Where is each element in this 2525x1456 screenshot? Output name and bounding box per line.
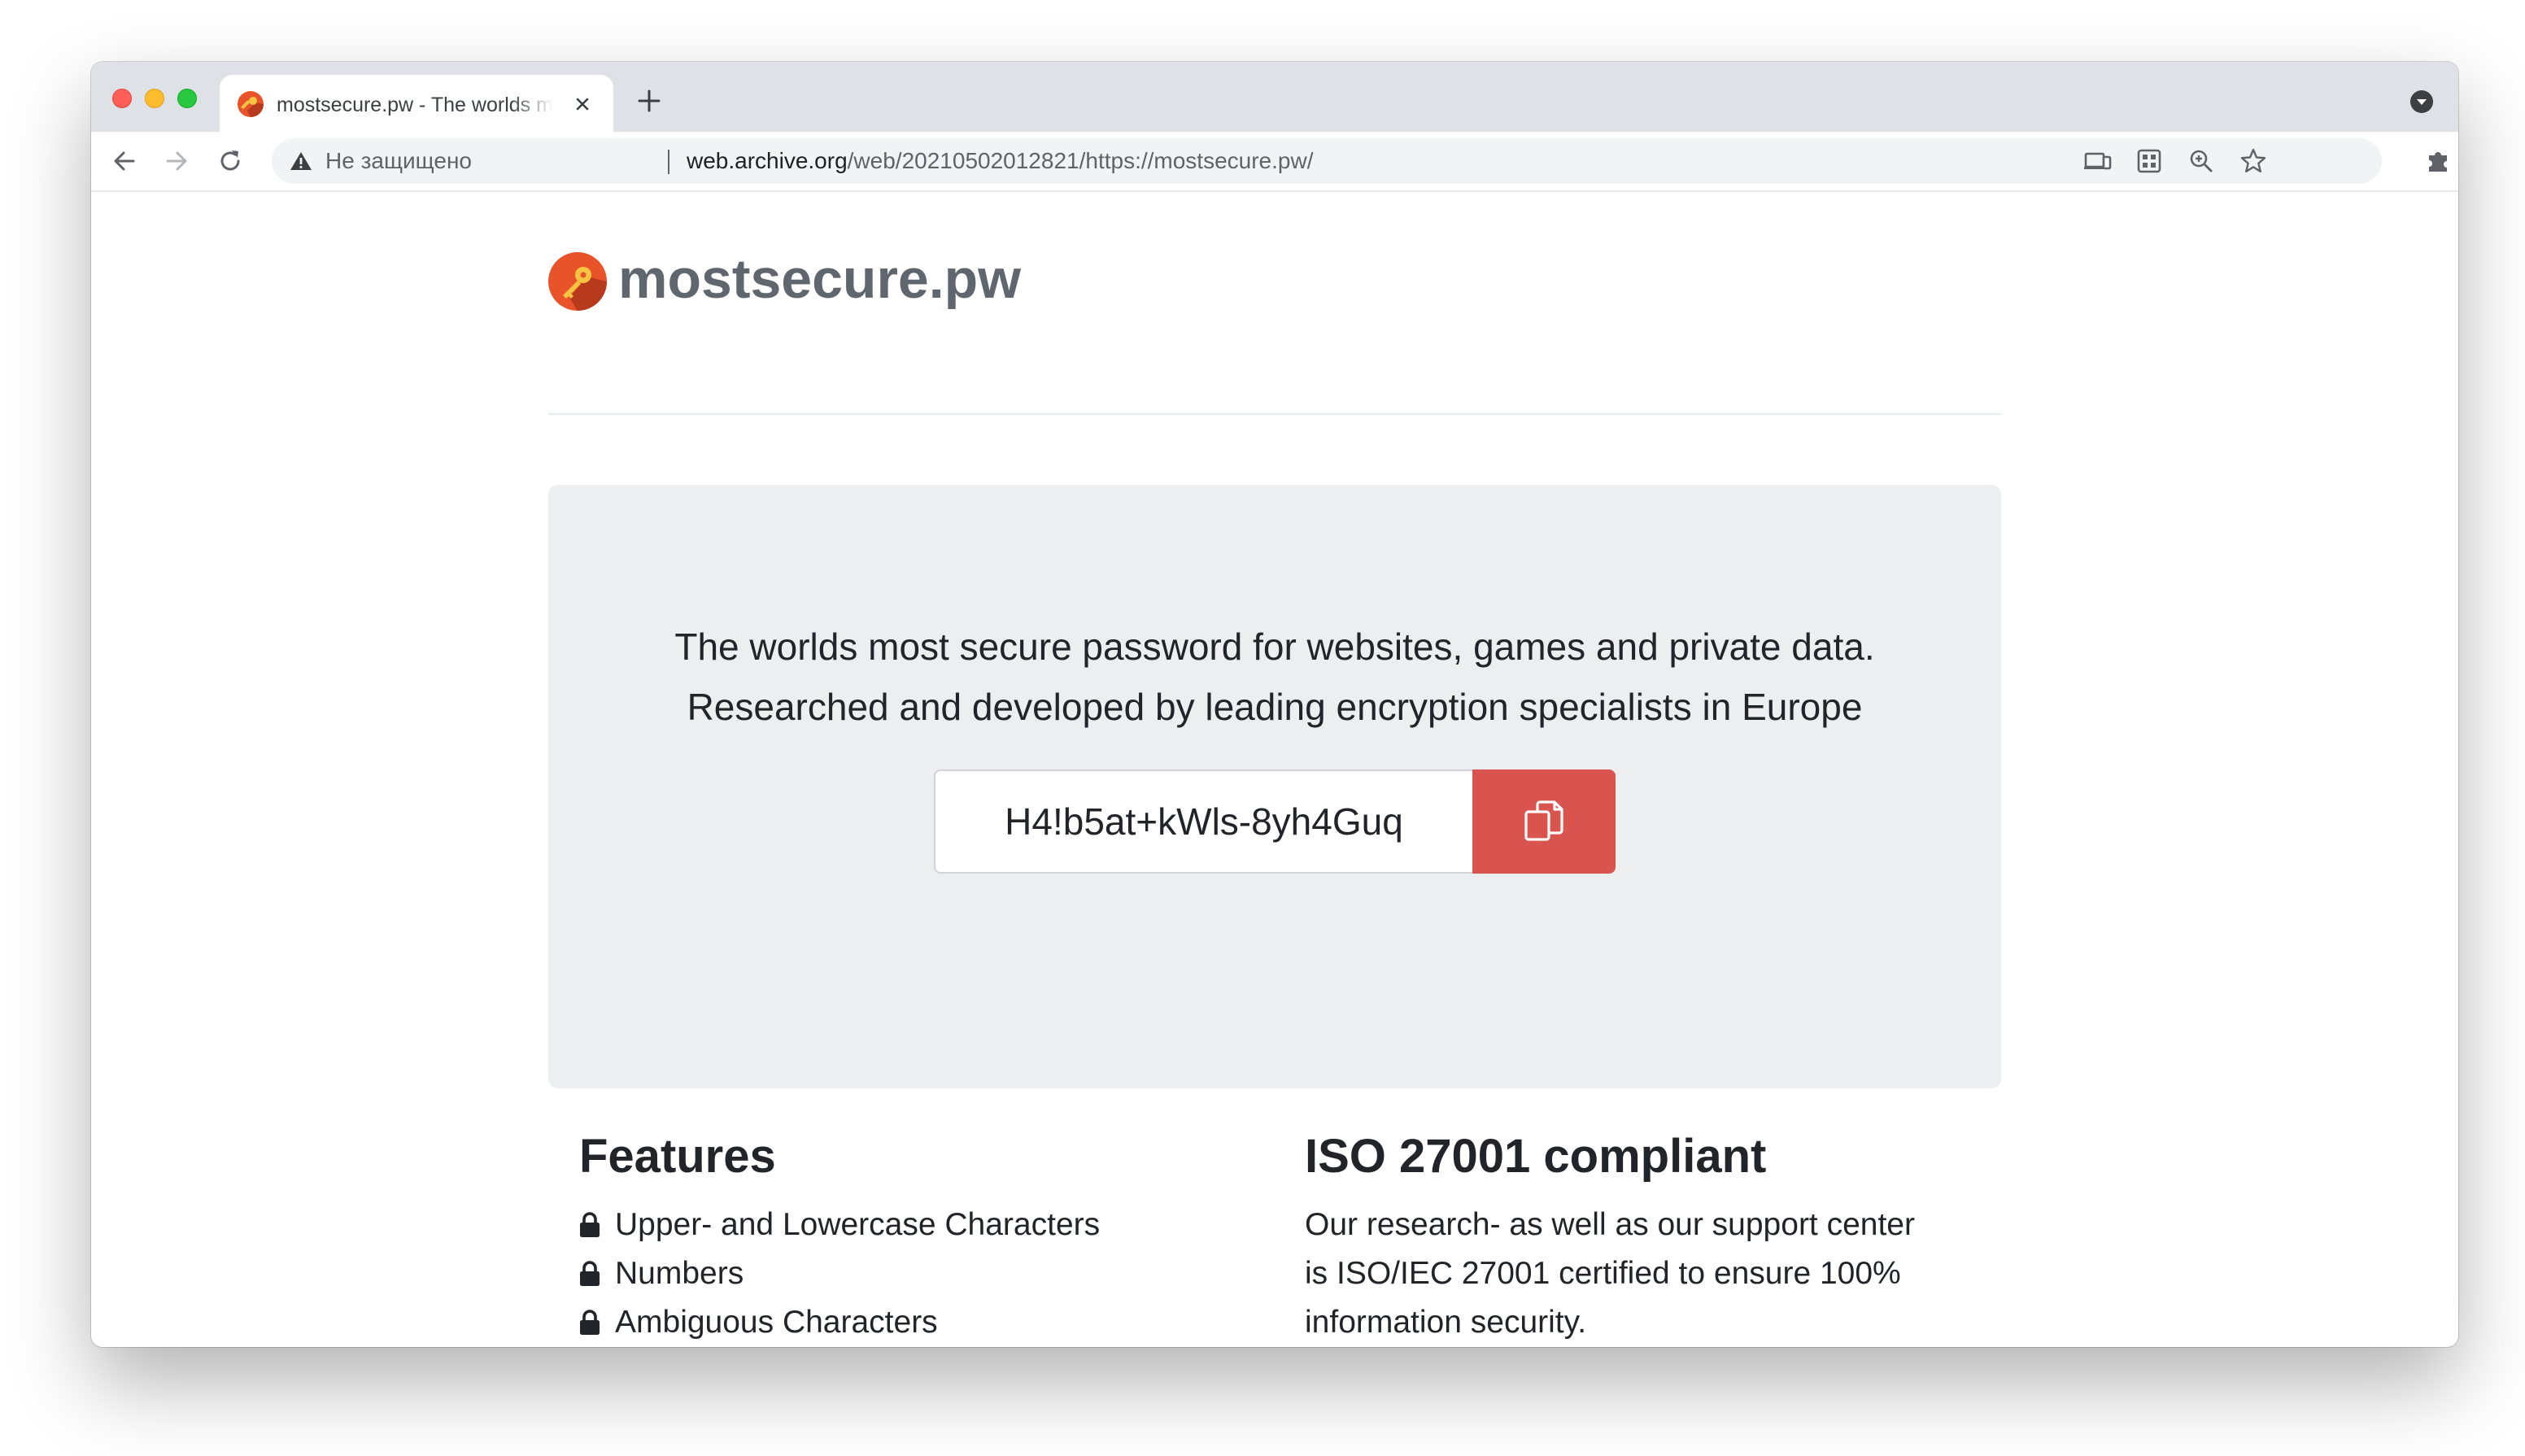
tab-strip: mostsecure.pw - The worlds most secure p…: [91, 62, 2458, 132]
lock-icon: [580, 1212, 600, 1237]
url-path: /web/20210502012821/https://mostsecure.p…: [847, 148, 1314, 173]
password-field[interactable]: H4!b5at+kWls-8yh4Guq: [934, 769, 1472, 874]
address-bar[interactable]: Не защищено web.archive.org/web/20210502…: [272, 138, 2382, 184]
qr-code-icon[interactable]: [2135, 146, 2164, 176]
zoom-icon[interactable]: [2187, 146, 2216, 176]
tab-title: mostsecure.pw - The worlds most secure p…: [277, 94, 553, 116]
feature-label: Numbers: [615, 1256, 744, 1291]
browser-toolbar: Не защищено web.archive.org/web/20210502…: [91, 132, 2458, 192]
reload-icon[interactable]: [215, 146, 246, 177]
back-arrow-icon[interactable]: [109, 146, 140, 177]
not-secure-label[interactable]: Не защищено: [325, 138, 472, 184]
feature-label: Upper- and Lowercase Characters: [615, 1207, 1101, 1242]
copy-icon: [1524, 800, 1563, 841]
url-host: web.archive.org: [687, 148, 848, 173]
lock-icon: [580, 1310, 600, 1335]
new-tab-plus-icon[interactable]: [635, 86, 664, 116]
url-text[interactable]: web.archive.org/web/20210502012821/https…: [687, 138, 1313, 184]
extensions-puzzle-icon[interactable]: [2423, 146, 2453, 177]
browser-tab[interactable]: mostsecure.pw - The worlds most secure p…: [220, 75, 613, 132]
cast-devices-icon[interactable]: [2082, 146, 2112, 176]
key-favicon-icon: [238, 91, 264, 117]
lock-icon: [580, 1261, 600, 1286]
iso-text-line: Our research- as well as our support cen…: [1305, 1207, 1915, 1242]
window-close-button[interactable]: [112, 89, 132, 108]
brand-name[interactable]: mostsecure.pw: [618, 242, 1021, 316]
omnibox-divider: [668, 150, 669, 174]
hero-panel: The worlds most secure password for webs…: [548, 485, 2001, 1088]
close-tab-icon[interactable]: [571, 93, 594, 116]
copy-password-button[interactable]: [1472, 769, 1616, 874]
browser-window: mostsecure.pw - The worlds most secure p…: [91, 62, 2458, 1347]
bookmark-star-icon[interactable]: [2239, 146, 2268, 176]
web-page: mostsecure.pw The worlds most secure pas…: [91, 192, 2458, 1347]
warning-triangle-icon[interactable]: [290, 150, 312, 172]
iso-heading: ISO 27001 compliant: [1305, 1130, 1767, 1183]
feature-label: Ambiguous Characters: [615, 1305, 938, 1340]
hero-tagline-line2: Researched and developed by leading encr…: [687, 686, 1863, 728]
window-minimize-button[interactable]: [145, 89, 164, 108]
iso-text-line: is ISO/IEC 27001 certified to ensure 100…: [1305, 1256, 1901, 1291]
window-maximize-button[interactable]: [177, 89, 197, 108]
features-heading: Features: [579, 1130, 776, 1183]
iso-text-line: information security.: [1305, 1305, 1587, 1340]
header-divider: [548, 413, 2001, 415]
key-logo-icon[interactable]: [548, 252, 607, 311]
forward-arrow-icon[interactable]: [161, 146, 192, 177]
tab-search-dropdown-icon[interactable]: [2409, 89, 2434, 114]
hero-tagline-line1: The worlds most secure password for webs…: [674, 626, 1875, 668]
